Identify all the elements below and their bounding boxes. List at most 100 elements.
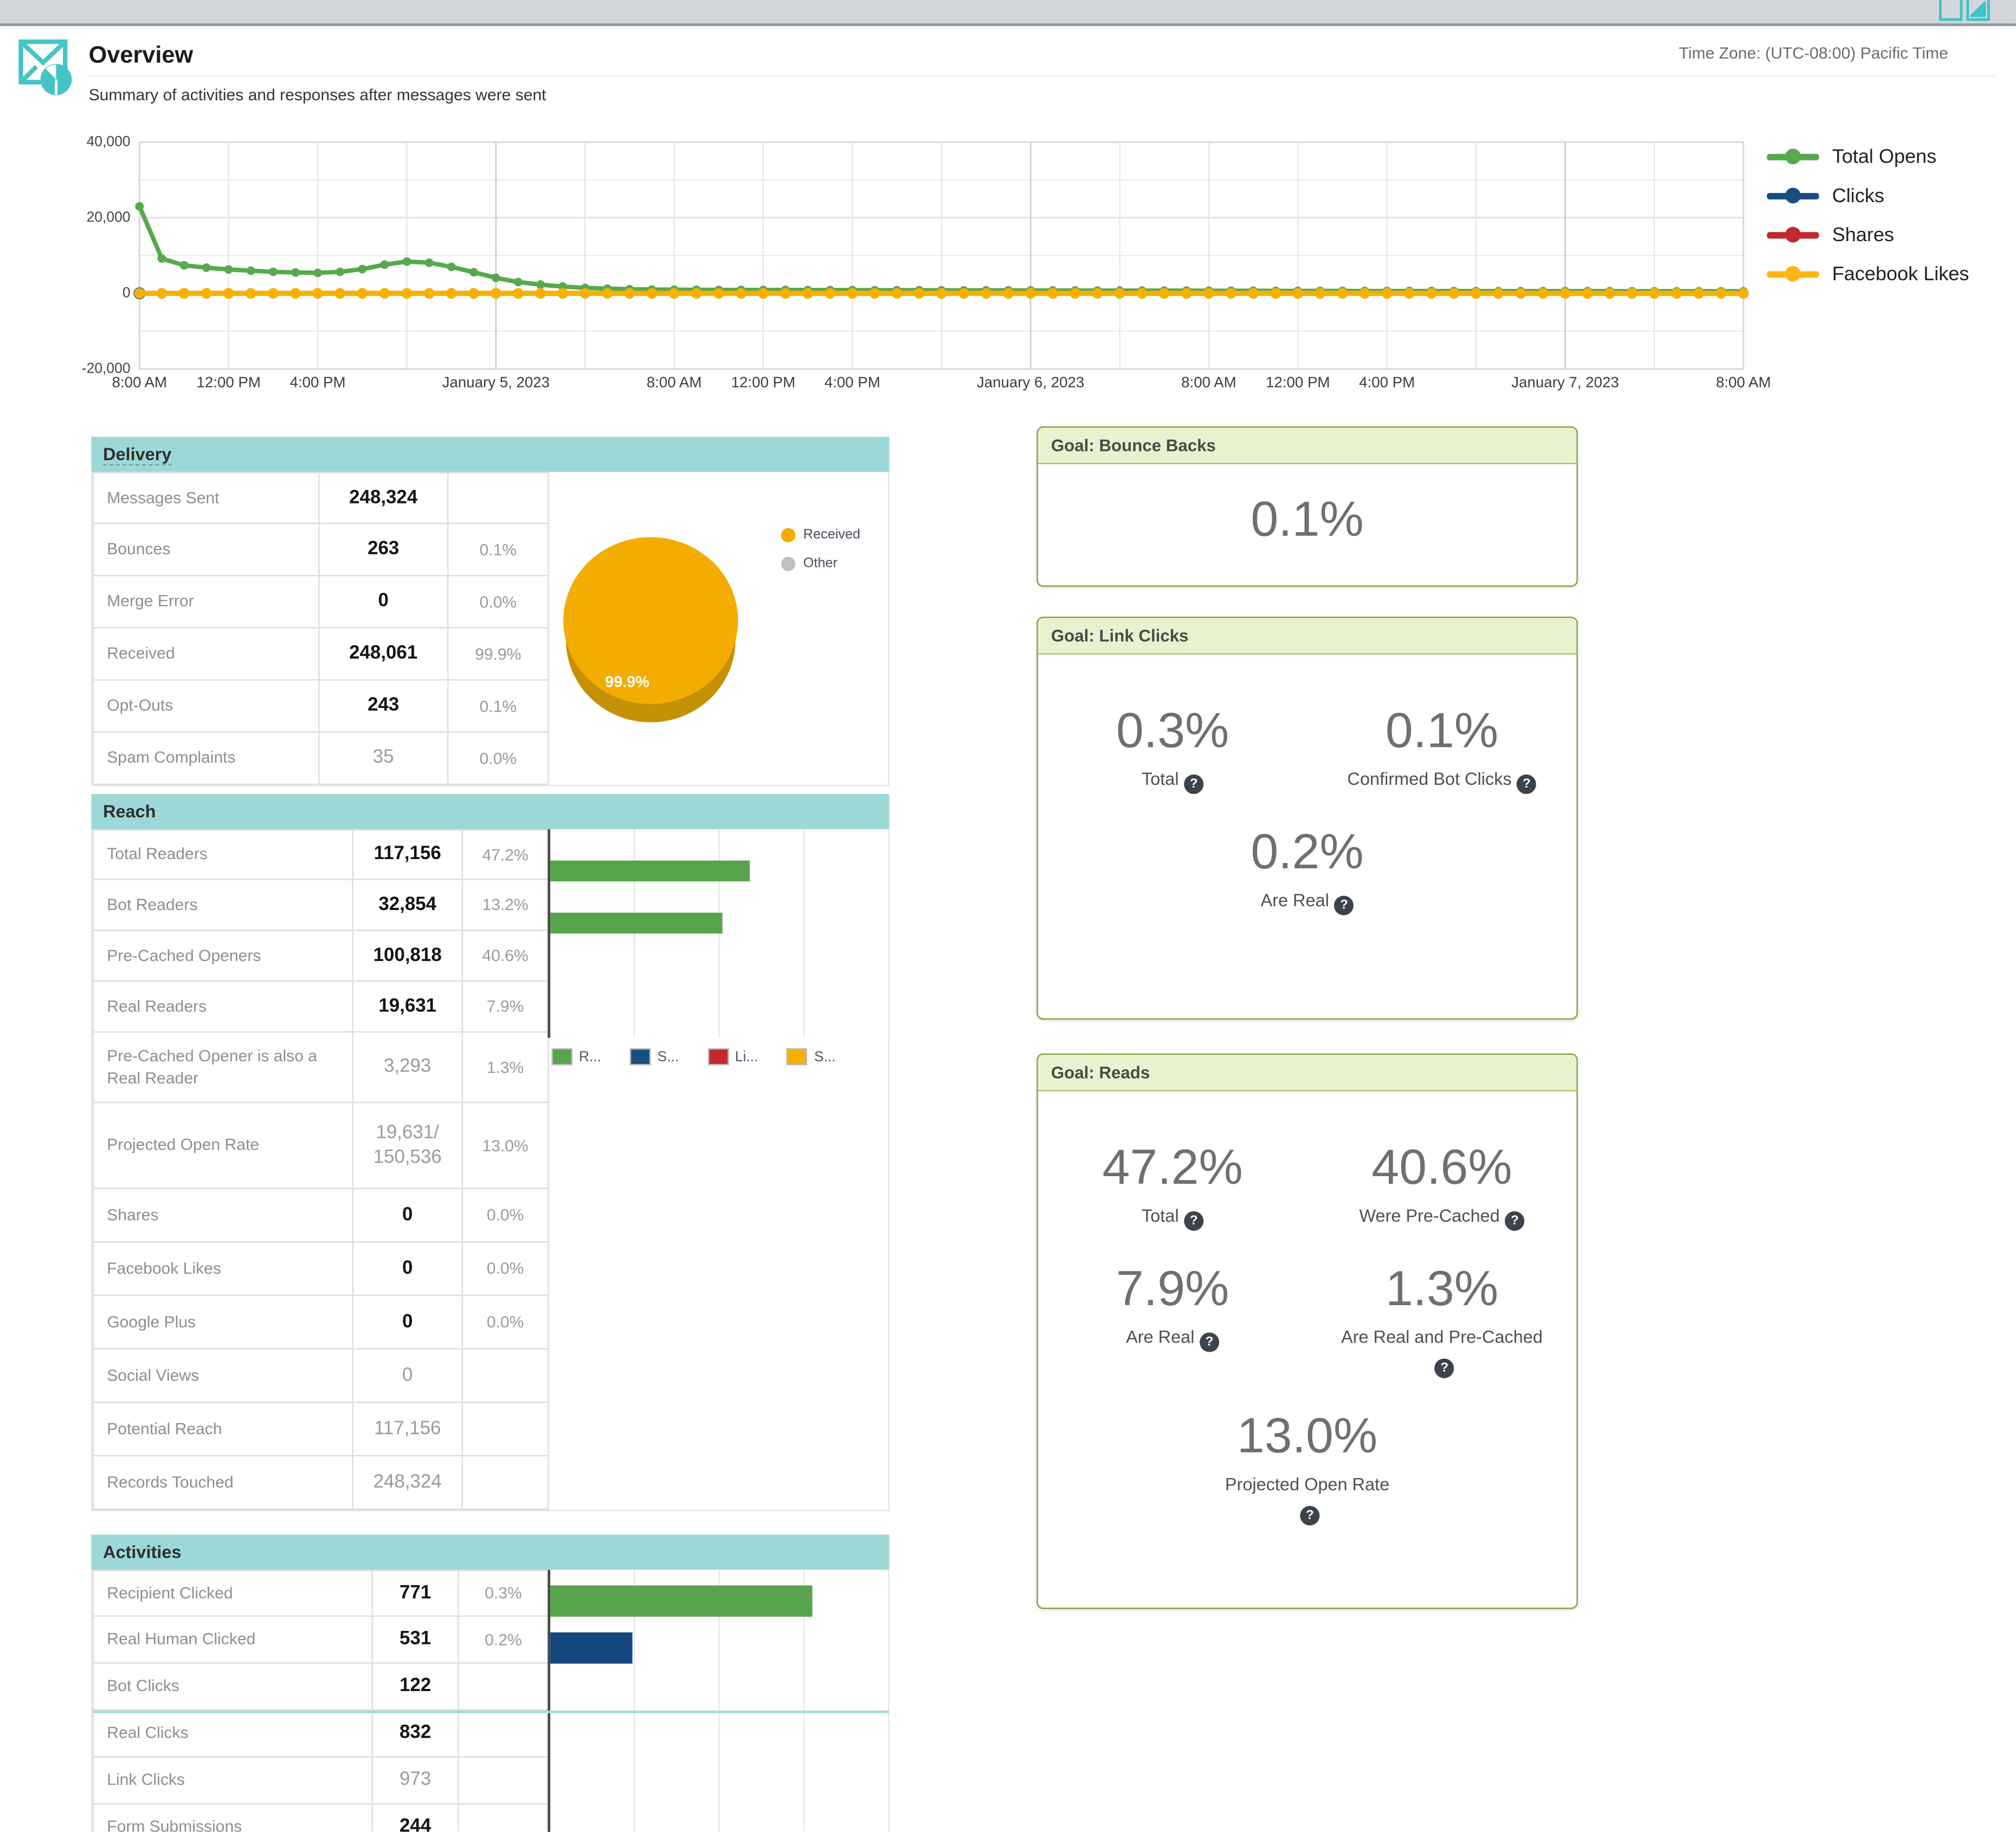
help-icon[interactable]: ? (1517, 775, 1536, 794)
table-row: Recipient Clicked7710.3% (93, 1570, 548, 1617)
help-icon[interactable]: ? (1200, 1332, 1219, 1352)
row-percent (447, 473, 548, 522)
row-value: 0 (352, 1242, 461, 1294)
table-row: Facebook Likes00.0% (93, 1242, 548, 1296)
legend-item[interactable]: S... (630, 1048, 679, 1065)
row-value: 32,854 (352, 880, 461, 930)
legend-item[interactable]: Shares (1767, 222, 1969, 248)
page-subtitle: Summary of activities and responses afte… (89, 86, 546, 105)
row-value: 832 (372, 1711, 458, 1756)
table-row: Received248,06199.9% (93, 628, 548, 680)
pie-legend: ReceivedOther (781, 527, 860, 584)
legend-swatch-icon (787, 1048, 807, 1065)
row-label: Facebook Likes (93, 1242, 352, 1294)
x-tick-label: January 5, 2023 (404, 376, 587, 391)
table-row: Opt-Outs2430.1% (93, 681, 548, 733)
activities-bar-chart (548, 1570, 891, 1832)
x-tick-label: 4:00 PM (227, 376, 409, 391)
goal-metric: 1.3%Are Real and Pre-Cached? (1307, 1265, 1577, 1378)
row-percent: 0.2% (458, 1617, 548, 1662)
goal-metric-label: Total? (1062, 1203, 1284, 1231)
row-label: Google Plus (93, 1296, 352, 1348)
help-icon[interactable]: ? (1505, 1211, 1524, 1230)
goal-card-body: 0.3%Total?0.1%Confirmed Bot Clicks?0.2%A… (1038, 655, 1576, 949)
goal-metric-value: 0.1% (1038, 495, 1576, 547)
goal-metric: 40.6%Were Pre-Cached? (1307, 1144, 1577, 1231)
goal-metric: 13.0%Projected Open Rate? (1038, 1412, 1576, 1526)
row-label: Potential Reach (93, 1403, 352, 1455)
row-label: Opt-Outs (93, 681, 318, 732)
page-title: Overview (89, 42, 194, 69)
row-value: 531 (372, 1617, 458, 1662)
row-percent: 0.0% (447, 576, 548, 627)
delivery-section: Delivery Messages Sent248,324Bounces2630… (91, 437, 889, 786)
activities-header: Activities (91, 1534, 889, 1570)
chart-bar (550, 1585, 813, 1617)
goal-metric-value: 0.2% (1038, 828, 1576, 880)
chart-bar (550, 861, 750, 881)
table-row: Link Clicks973 (93, 1758, 548, 1805)
table-row: Total Readers117,15647.2% (93, 829, 548, 880)
goal-metric-label: Projected Open Rate? (1219, 1472, 1395, 1526)
row-percent: 1.3% (462, 1033, 548, 1101)
export-image-icon[interactable] (1966, 0, 1989, 21)
row-percent (462, 1403, 548, 1455)
goal-metric-label: Are Real? (1219, 888, 1395, 915)
row-percent (462, 1350, 548, 1402)
legend-item[interactable]: Total Opens (1767, 144, 1969, 170)
reach-header: Reach (91, 794, 889, 829)
pie-value-label: 99.9% (605, 673, 649, 691)
row-value: 100,818 (352, 931, 461, 980)
help-icon[interactable]: ? (1334, 895, 1354, 915)
goal-card: Goal: Link Clicks0.3%Total?0.1%Confirmed… (1036, 617, 1577, 1020)
goal-metric-value: 7.9% (1038, 1265, 1307, 1317)
row-label: Real Readers (93, 982, 352, 1031)
row-value: 771 (372, 1571, 458, 1616)
row-value: 243 (318, 681, 447, 732)
goal-metric: 0.1% (1038, 495, 1576, 547)
row-percent (462, 1456, 548, 1508)
legend-item[interactable]: R... (552, 1048, 602, 1065)
legend-line-icon (1767, 153, 1819, 160)
export-report-icon[interactable] (1939, 0, 1962, 21)
table-row: Bot Readers32,85413.2% (93, 880, 548, 931)
help-icon[interactable]: ? (1184, 1211, 1203, 1230)
goal-metric-value: 0.1% (1307, 707, 1577, 759)
row-label: Bot Clicks (93, 1663, 372, 1709)
table-row: Pre-Cached Opener is also a Real Reader3… (93, 1033, 548, 1103)
goal-metric: 0.2% Are Real? (1038, 828, 1576, 915)
x-tick-label: January 6, 2023 (939, 376, 1122, 391)
goal-metric-label: Were Pre-Cached? (1331, 1203, 1553, 1231)
help-icon[interactable]: ? (1300, 1506, 1319, 1526)
delivery-header: Delivery (91, 437, 889, 472)
row-label: Messages Sent (93, 473, 318, 522)
table-row: Projected Open Rate19,631/ 150,53613.0% (93, 1103, 548, 1189)
activities-section: Activities Recipient Clicked7710.3%Real … (91, 1534, 889, 1831)
legend-label: R... (579, 1049, 601, 1065)
legend-item[interactable]: Li... (707, 1048, 758, 1065)
table-row: Bot Clicks122 (93, 1663, 548, 1711)
legend-item[interactable]: Facebook Likes (1767, 261, 1969, 287)
legend-item[interactable]: Clicks (1767, 183, 1969, 209)
legend-item[interactable]: S... (787, 1048, 835, 1065)
row-percent: 0.0% (447, 733, 548, 784)
legend-label: Facebook Likes (1832, 263, 1969, 285)
goal-card-title: Goal: Link Clicks (1051, 626, 1189, 646)
row-label: Spam Complaints (93, 733, 318, 784)
row-percent: 0.0% (462, 1189, 548, 1241)
row-label: Merge Error (93, 576, 318, 627)
table-row: Bounces2630.1% (93, 524, 548, 576)
goal-card-title: Goal: Reads (1051, 1062, 1150, 1082)
reach-bar-chart (548, 829, 891, 1038)
x-tick-label: January 7, 2023 (1474, 376, 1657, 391)
goal-metric-label: Are Real and Pre-Cached? (1331, 1324, 1553, 1378)
legend-dot-icon (781, 556, 795, 570)
top-bar (0, 0, 2016, 26)
y-tick-label: 0 (36, 285, 130, 301)
goal-metric: 0.1%Confirmed Bot Clicks? (1307, 707, 1577, 794)
timezone-label: Time Zone: (UTC-08:00) Pacific Time (1679, 44, 1948, 63)
row-value: 973 (372, 1758, 458, 1803)
chart-bar (550, 913, 723, 933)
help-icon[interactable]: ? (1184, 775, 1203, 794)
help-icon[interactable]: ? (1435, 1359, 1454, 1378)
